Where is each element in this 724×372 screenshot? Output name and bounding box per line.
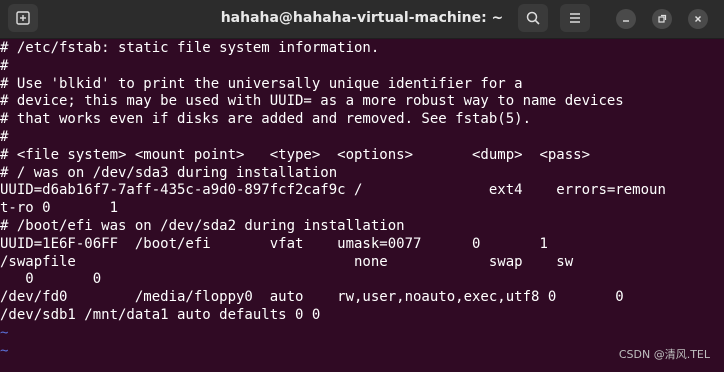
new-tab-button[interactable] <box>8 4 38 32</box>
search-icon <box>525 10 541 26</box>
terminal-line: /dev/sdb1 /mnt/data1 auto defaults 0 0 <box>0 306 321 323</box>
maximize-button[interactable] <box>652 9 672 29</box>
terminal-line: # / was on /dev/sda3 during installation <box>0 164 338 181</box>
terminal-line: 0 0 <box>0 271 102 288</box>
empty-line-marker: ~ <box>0 324 9 341</box>
terminal-line: # that works even if disks are added and… <box>0 111 532 128</box>
maximize-icon <box>657 14 667 24</box>
search-button[interactable] <box>518 4 548 32</box>
title-bar: hahaha@hahaha-virtual-machine: ~ <box>0 0 724 39</box>
terminal-line: /dev/fd0 /media/floppy0 auto rw,user,noa… <box>0 289 624 306</box>
terminal-line: # <box>0 128 9 145</box>
terminal-line: # /boot/efi was on /dev/sda2 during inst… <box>0 217 405 234</box>
terminal-line: # /etc/fstab: static file system informa… <box>0 40 380 56</box>
close-button[interactable] <box>688 9 708 29</box>
terminal-line: t-ro 0 1 <box>0 200 119 217</box>
hamburger-menu-icon <box>567 10 583 26</box>
menu-button[interactable] <box>560 4 590 32</box>
terminal-line: /swapfile none swap sw <box>0 253 574 270</box>
watermark: CSDN @清风.TEL <box>618 348 710 361</box>
terminal-line: # <box>0 57 9 74</box>
close-icon <box>693 14 703 24</box>
terminal-output[interactable]: # /etc/fstab: static file system informa… <box>0 40 724 372</box>
terminal-line: UUID=d6ab16f7-7aff-435c-a9d0-897fcf2caf9… <box>0 182 666 199</box>
terminal-line: # device; this may be used with UUID= as… <box>0 93 624 110</box>
terminal-line: # Use 'blkid' to print the universally u… <box>0 75 523 92</box>
empty-line-marker: ~ <box>0 342 9 359</box>
terminal-line: UUID=1E6F-06FF /boot/efi vfat umask=0077… <box>0 235 548 252</box>
terminal-line: # <file system> <mount point> <type> <op… <box>0 146 591 163</box>
new-tab-icon <box>15 10 31 26</box>
minimize-icon <box>621 14 631 24</box>
minimize-button[interactable] <box>616 9 636 29</box>
